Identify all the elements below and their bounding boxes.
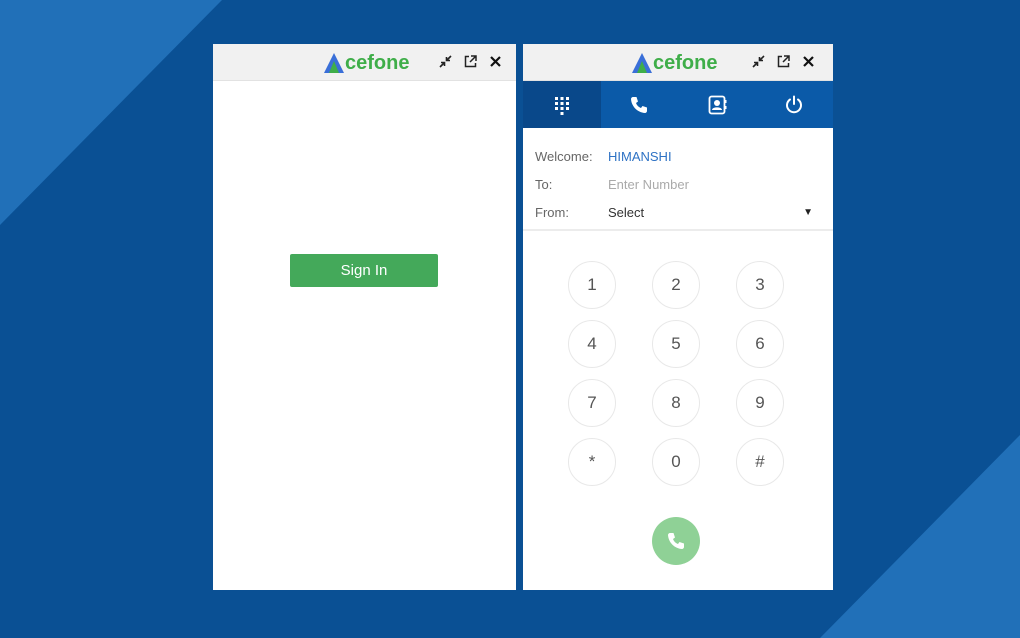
collapse-icon[interactable] [751, 54, 766, 69]
from-label: From: [535, 204, 569, 220]
tab-calls[interactable] [601, 81, 679, 128]
key-4[interactable]: 4 [568, 320, 616, 368]
acefone-logo: cefone [323, 50, 409, 76]
number-input[interactable] [608, 176, 788, 192]
phone-icon [668, 533, 684, 549]
popout-icon[interactable] [463, 54, 478, 69]
key-1[interactable]: 1 [568, 261, 616, 309]
signin-panel: cefone Sign In [213, 44, 516, 590]
tab-dialpad[interactable] [523, 81, 601, 128]
welcome-row: Welcome: HIMANSHI [535, 142, 821, 170]
tab-logout[interactable] [756, 81, 834, 128]
dial-keypad: 1 2 3 4 5 6 7 8 9 * 0 # [568, 261, 784, 486]
window-controls [438, 54, 503, 69]
logo-text: cefone [653, 51, 718, 74]
call-form: Welcome: HIMANSHI To: From: Select ▼ [523, 128, 833, 231]
popout-icon[interactable] [776, 54, 791, 69]
to-label: To: [535, 176, 553, 192]
key-hash[interactable]: # [736, 438, 784, 486]
key-2[interactable]: 2 [652, 261, 700, 309]
power-icon [786, 95, 803, 113]
key-star[interactable]: * [568, 438, 616, 486]
acefone-logo-mark-icon [324, 53, 344, 73]
from-select[interactable]: Select ▼ [608, 205, 821, 220]
nav-bar [523, 81, 833, 128]
welcome-label: Welcome: [535, 148, 593, 164]
key-7[interactable]: 7 [568, 379, 616, 427]
acefone-logo: cefone [631, 50, 717, 76]
tab-contacts[interactable] [678, 81, 756, 128]
title-bar: cefone [523, 44, 833, 81]
dialpad-icon [554, 96, 569, 115]
phone-icon [631, 96, 648, 113]
caret-down-icon: ▼ [803, 206, 813, 218]
window-controls [751, 54, 816, 69]
welcome-username: HIMANSHI [608, 148, 672, 164]
sign-in-button[interactable]: Sign In [290, 254, 438, 287]
close-icon[interactable] [488, 54, 503, 69]
title-bar: cefone [213, 44, 516, 81]
dialer-panel: cefone Welcome: HIMANSHI To: Enter Numbe… [523, 44, 833, 590]
call-button[interactable] [652, 517, 700, 565]
close-icon[interactable] [801, 54, 816, 69]
key-6[interactable]: 6 [736, 320, 784, 368]
key-9[interactable]: 9 [736, 379, 784, 427]
from-row: From: Select ▼ [535, 198, 821, 226]
key-0[interactable]: 0 [652, 438, 700, 486]
contacts-icon [708, 95, 727, 114]
to-row: To: [535, 170, 821, 198]
logo-text: cefone [345, 51, 410, 74]
from-select-value: Select [608, 204, 645, 220]
key-5[interactable]: 5 [652, 320, 700, 368]
collapse-icon[interactable] [438, 54, 453, 69]
acefone-logo-mark-icon [632, 53, 652, 73]
key-3[interactable]: 3 [736, 261, 784, 309]
key-8[interactable]: 8 [652, 379, 700, 427]
